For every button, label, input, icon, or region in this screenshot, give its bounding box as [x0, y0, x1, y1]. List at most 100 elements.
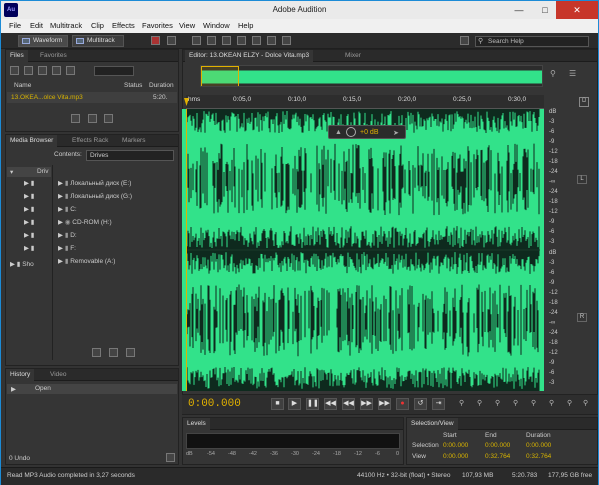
zoom-in-amplitude-icon[interactable]: ⚲: [459, 399, 464, 407]
search-input[interactable]: ⚲ Search Help: [475, 36, 589, 47]
drive-icon[interactable]: ▶ ▮: [24, 192, 34, 200]
col-status[interactable]: Status: [124, 82, 142, 89]
files-filter-input[interactable]: [94, 66, 134, 76]
drive-icon[interactable]: ▶ ▮: [24, 218, 34, 226]
open-file-icon[interactable]: [10, 66, 19, 75]
drive-item[interactable]: ▶ ▮ D:: [58, 231, 77, 239]
import-icon[interactable]: [24, 66, 33, 75]
col-name[interactable]: Name: [14, 82, 31, 89]
record-button[interactable]: ●: [396, 398, 409, 410]
view-start[interactable]: 0:00.000: [443, 453, 468, 460]
marquee-icon[interactable]: [237, 36, 246, 45]
record-mode-icon[interactable]: [151, 36, 160, 45]
razor-icon[interactable]: [207, 36, 216, 45]
fast-forward-button[interactable]: ▶▶: [360, 398, 373, 410]
zoom-out-point-icon[interactable]: ⚲: [583, 399, 588, 407]
stop-button[interactable]: ■: [271, 398, 284, 410]
new-file-icon[interactable]: [38, 66, 47, 75]
file-row[interactable]: 13.OKEA...olce Vita.mp3 5:20.: [7, 92, 177, 103]
gain-knob-icon[interactable]: [346, 127, 356, 137]
lasso-icon[interactable]: [252, 36, 261, 45]
drive-item[interactable]: ▶ ▮ F:: [58, 244, 76, 252]
tab-files[interactable]: Files: [6, 50, 28, 62]
tab-editor[interactable]: Editor: 13.OKEAN ELZY - Dolce Vita.mp3: [185, 50, 314, 62]
menu-help[interactable]: Help: [238, 21, 253, 30]
menu-clip[interactable]: Clip: [91, 21, 104, 30]
tab-effects-rack[interactable]: Effects Rack: [68, 135, 112, 147]
goto-start-button[interactable]: ◀◀: [324, 398, 337, 410]
multitrack-button[interactable]: Multitrack: [72, 35, 124, 47]
drive-icon[interactable]: ▶ ▮: [24, 231, 34, 239]
contents-select[interactable]: Drives: [86, 150, 174, 161]
drive-item[interactable]: ▶ ▮ Локальный диск (G:): [58, 192, 132, 200]
minimize-button[interactable]: —: [506, 1, 532, 19]
menu-file[interactable]: File: [9, 21, 21, 30]
menu-view[interactable]: View: [179, 21, 195, 30]
insert-icon[interactable]: [52, 66, 61, 75]
menu-window[interactable]: Window: [203, 21, 230, 30]
drive-item[interactable]: ▶ ▮ Локальный диск (E:): [58, 179, 131, 187]
view-duration[interactable]: 0:32.764: [526, 453, 551, 460]
zoom-in-time-icon[interactable]: ⚲: [495, 399, 500, 407]
volume-icon[interactable]: [126, 348, 135, 357]
zoom-selection-icon[interactable]: ⚲: [549, 399, 554, 407]
close-file-icon[interactable]: [66, 66, 75, 75]
volume-icon[interactable]: [104, 114, 113, 123]
time-ruler[interactable]: hms 0:05,0 0:10,0 0:15,0 0:20,0 0:25,0 0…: [186, 95, 544, 109]
time-selection-icon[interactable]: [192, 36, 201, 45]
drive-item[interactable]: ▶ ▮ Removable (A:): [58, 257, 115, 265]
menu-effects[interactable]: Effects: [112, 21, 135, 30]
view-end[interactable]: 0:32.764: [485, 453, 510, 460]
history-item[interactable]: ▶ Open: [7, 384, 177, 394]
play-preview-icon[interactable]: [71, 114, 80, 123]
col-duration[interactable]: Duration: [149, 82, 174, 89]
waveform-button[interactable]: Waveform: [18, 35, 68, 47]
skip-button[interactable]: ⇥: [432, 398, 445, 410]
tree-divider[interactable]: [52, 165, 53, 360]
pin-icon[interactable]: ➤: [393, 129, 399, 137]
menu-edit[interactable]: Edit: [30, 21, 43, 30]
drive-icon[interactable]: ▶ ▮: [24, 179, 34, 187]
maximize-button[interactable]: □: [532, 1, 558, 19]
tab-favorites[interactable]: Favorites: [36, 50, 71, 62]
menu-lines-icon[interactable]: ☰: [569, 69, 579, 79]
brush-icon[interactable]: [267, 36, 276, 45]
trash-icon[interactable]: [166, 453, 175, 462]
overview-waveform[interactable]: [200, 65, 543, 87]
drive-item[interactable]: ▶ ▮ C:: [58, 205, 77, 213]
drive-item[interactable]: ▶ ◉ CD-ROM (H:): [58, 218, 112, 226]
spectral-icon[interactable]: [167, 36, 176, 45]
tab-markers[interactable]: Markers: [118, 135, 149, 147]
zoom-out-time-icon[interactable]: ⚲: [513, 399, 518, 407]
tab-video[interactable]: Video: [46, 369, 71, 381]
drive-icon[interactable]: ▶ ▮: [24, 244, 34, 252]
spot-heal-icon[interactable]: [282, 36, 291, 45]
drives-tree-item[interactable]: ▾ Driv: [7, 167, 51, 177]
menu-multitrack[interactable]: Multitrack: [50, 21, 82, 30]
tab-levels[interactable]: Levels: [183, 418, 210, 430]
loop-preview-icon[interactable]: [88, 114, 97, 123]
rewind-button[interactable]: ◀◀: [342, 398, 355, 410]
zoom-full-icon[interactable]: ⚲: [531, 399, 536, 407]
pause-button[interactable]: ❚❚: [306, 398, 319, 410]
waveform-area[interactable]: [182, 109, 544, 391]
zoom-out-amplitude-icon[interactable]: ⚲: [477, 399, 482, 407]
tab-mixer[interactable]: Mixer: [341, 50, 365, 62]
zoom-in-point-icon[interactable]: ⚲: [567, 399, 572, 407]
tab-history[interactable]: History: [6, 369, 35, 381]
selection-duration[interactable]: 0:00.000: [526, 442, 551, 449]
close-button[interactable]: ✕: [556, 1, 598, 19]
goto-end-button[interactable]: ▶▶: [378, 398, 391, 410]
loop-preview-icon[interactable]: [109, 348, 118, 357]
channel-left-label[interactable]: L: [577, 175, 587, 184]
drive-icon[interactable]: ▶ ▮: [24, 205, 34, 213]
shortcuts-tree-item[interactable]: ▶ ▮ Sho: [10, 260, 34, 268]
overview-viewport[interactable]: [201, 66, 239, 86]
zoom-out-icon[interactable]: ⚲: [550, 69, 560, 79]
channel-right-label[interactable]: R: [577, 313, 587, 322]
selection-end[interactable]: 0:00.000: [485, 442, 510, 449]
loop-button[interactable]: ↺: [414, 398, 427, 410]
hud-gain[interactable]: ▲ +0 dB ➤: [328, 125, 406, 139]
selection-start[interactable]: 0:00.000: [443, 442, 468, 449]
workspace-icon[interactable]: [460, 36, 469, 45]
